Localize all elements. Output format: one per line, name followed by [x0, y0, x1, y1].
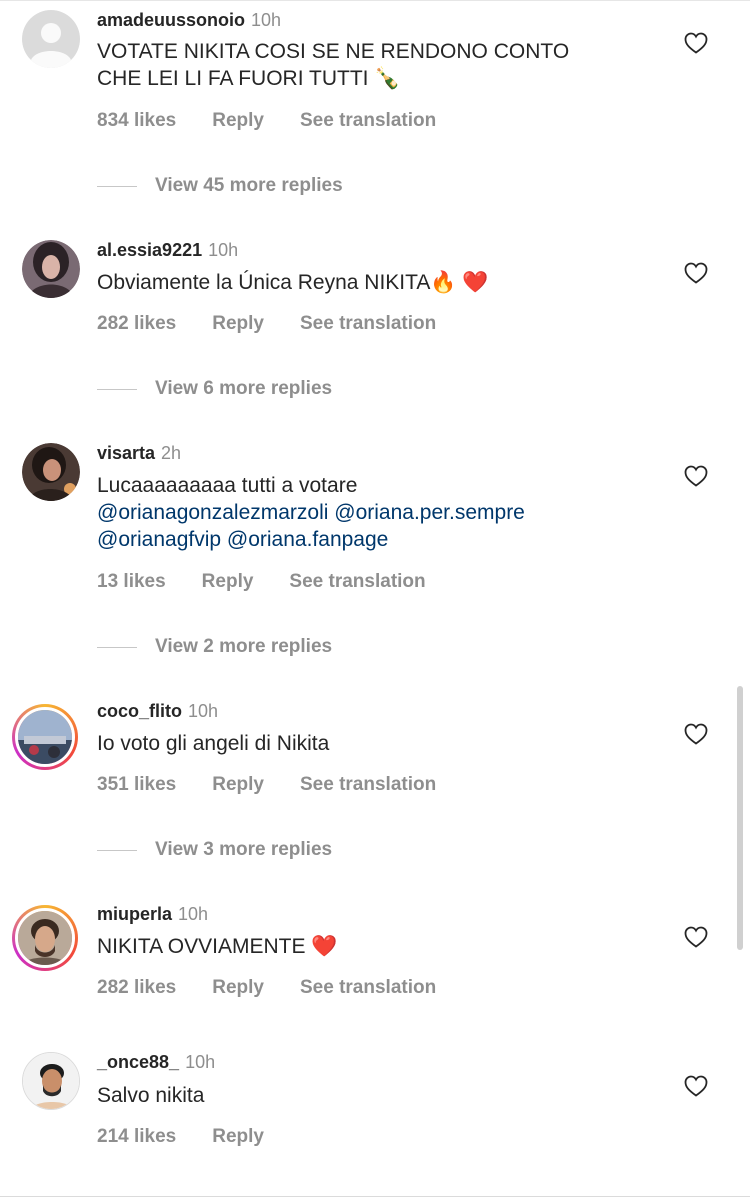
view-replies-label: View 3 more replies — [155, 839, 333, 860]
view-replies-label: View 45 more replies — [155, 175, 343, 196]
reply-button[interactable]: Reply — [212, 313, 264, 335]
comment-actions: 834 likes Reply See translation — [97, 110, 472, 132]
comment-text: Obviamente la Única Reyna NIKITA🔥 ❤️ — [97, 269, 650, 296]
comment-text: Io voto gli angeli di Nikita — [97, 730, 650, 757]
username[interactable]: visarta — [97, 443, 155, 463]
avatar[interactable] — [22, 1052, 80, 1110]
likes-count[interactable]: 282 likes — [97, 977, 176, 999]
reply-button[interactable]: Reply — [212, 977, 264, 999]
scrollbar[interactable] — [737, 686, 743, 950]
replies-divider — [97, 646, 137, 648]
comment-actions: 13 likes Reply See translation — [97, 571, 462, 593]
mention-link[interactable]: @orianagonzalezmarzoli — [97, 501, 328, 524]
comment-meta: amadeuussonoio 10h — [97, 9, 281, 31]
user-photo-icon — [18, 911, 72, 965]
comment-text-line: CHE LEI LI FA FUORI TUTTI 🍾 — [97, 67, 401, 90]
reply-button[interactable]: Reply — [212, 774, 264, 796]
likes-count[interactable]: 282 likes — [97, 313, 176, 335]
avatar[interactable] — [22, 443, 80, 501]
heart-icon[interactable] — [684, 262, 708, 284]
reply-button[interactable]: Reply — [212, 110, 264, 132]
bottom-divider — [0, 1196, 750, 1197]
avatar[interactable] — [22, 10, 80, 68]
comment-actions: 351 likes Reply See translation — [97, 774, 472, 796]
replies-divider — [97, 849, 137, 851]
user-photo-icon — [23, 1053, 79, 1109]
likes-count[interactable]: 834 likes — [97, 110, 176, 132]
comment-text-line: Salvo nikita — [97, 1084, 205, 1107]
view-replies-label: View 2 more replies — [155, 636, 333, 657]
comment-actions: 282 likes Reply See translation — [97, 977, 472, 999]
comment-actions: 282 likes Reply See translation — [97, 313, 472, 335]
comment-text: NIKITA OVVIAMENTE ❤️ — [97, 933, 650, 960]
mention-link[interactable]: @oriana.fanpage — [227, 528, 388, 551]
user-photo-icon — [22, 240, 80, 298]
comment-text-line: @orianagonzalezmarzoli @oriana.per.sempr… — [97, 499, 650, 526]
reply-button[interactable]: Reply — [212, 1126, 264, 1148]
default-avatar-icon — [22, 10, 80, 68]
username[interactable]: al.essia9221 — [97, 240, 202, 260]
username[interactable]: amadeuussonoio — [97, 10, 245, 30]
heart-icon[interactable] — [684, 1075, 708, 1097]
mention-link[interactable]: @orianagfvip — [97, 528, 221, 551]
view-replies-button[interactable]: View 3 more replies — [97, 839, 332, 861]
view-replies-button[interactable]: View 6 more replies — [97, 378, 332, 400]
user-photo-icon — [22, 443, 80, 501]
heart-icon[interactable] — [684, 465, 708, 487]
view-replies-label: View 6 more replies — [155, 378, 333, 399]
comment-meta: al.essia9221 10h — [97, 239, 238, 261]
likes-count[interactable]: 351 likes — [97, 774, 176, 796]
comment-text-line: Io voto gli angeli di Nikita — [97, 732, 330, 755]
see-translation-button[interactable]: See translation — [300, 774, 436, 796]
comment-text: Lucaaaaaaaaa tutti a votare @orianagonza… — [97, 472, 650, 553]
avatar[interactable] — [12, 704, 78, 770]
see-translation-button[interactable]: See translation — [289, 571, 425, 593]
comment-text-line: @orianagfvip @oriana.fanpage — [97, 526, 650, 553]
replies-divider — [97, 388, 137, 390]
comment-meta: miuperla 10h — [97, 903, 208, 925]
see-translation-button[interactable]: See translation — [300, 110, 436, 132]
comment-text: Salvo nikita — [97, 1082, 650, 1109]
avatar[interactable] — [12, 905, 78, 971]
heart-icon[interactable] — [684, 926, 708, 948]
see-translation-button[interactable]: See translation — [300, 977, 436, 999]
timestamp: 10h — [178, 904, 209, 924]
username[interactable]: coco_flito — [97, 701, 182, 721]
replies-divider — [97, 185, 137, 187]
avatar[interactable] — [22, 240, 80, 298]
view-replies-button[interactable]: View 45 more replies — [97, 175, 343, 197]
timestamp: 10h — [188, 701, 219, 721]
heart-icon[interactable] — [684, 723, 708, 745]
heart-icon[interactable] — [684, 32, 708, 54]
likes-count[interactable]: 13 likes — [97, 571, 166, 593]
comment-meta: _once88_ 10h — [97, 1051, 215, 1073]
avatar-inner — [15, 908, 75, 968]
top-divider — [0, 0, 750, 1]
comment-text-line: NIKITA OVVIAMENTE ❤️ — [97, 935, 338, 958]
comment-text-line: VOTATE NIKITA COSI SE NE RENDONO CONTO — [97, 40, 570, 63]
comment-text-line: Obviamente la Única Reyna NIKITA🔥 ❤️ — [97, 271, 489, 294]
timestamp: 2h — [161, 443, 182, 463]
username[interactable]: _once88_ — [97, 1052, 179, 1072]
username[interactable]: miuperla — [97, 904, 172, 924]
likes-count[interactable]: 214 likes — [97, 1126, 176, 1148]
timestamp: 10h — [185, 1052, 216, 1072]
mention-link[interactable]: @oriana.per.sempre — [334, 501, 525, 524]
timestamp: 10h — [208, 240, 239, 260]
user-photo-icon — [18, 710, 72, 764]
comment-actions: 214 likes Reply — [97, 1126, 300, 1148]
see-translation-button[interactable]: See translation — [300, 313, 436, 335]
view-replies-button[interactable]: View 2 more replies — [97, 636, 332, 658]
comment-text: VOTATE NIKITA COSI SE NE RENDONO CONTO C… — [97, 38, 640, 92]
reply-button[interactable]: Reply — [202, 571, 254, 593]
comment-meta: coco_flito 10h — [97, 700, 218, 722]
comment-text-line: Lucaaaaaaaaa tutti a votare — [97, 474, 358, 497]
timestamp: 10h — [251, 10, 282, 30]
comment-meta: visarta 2h — [97, 442, 181, 464]
avatar-inner — [15, 707, 75, 767]
